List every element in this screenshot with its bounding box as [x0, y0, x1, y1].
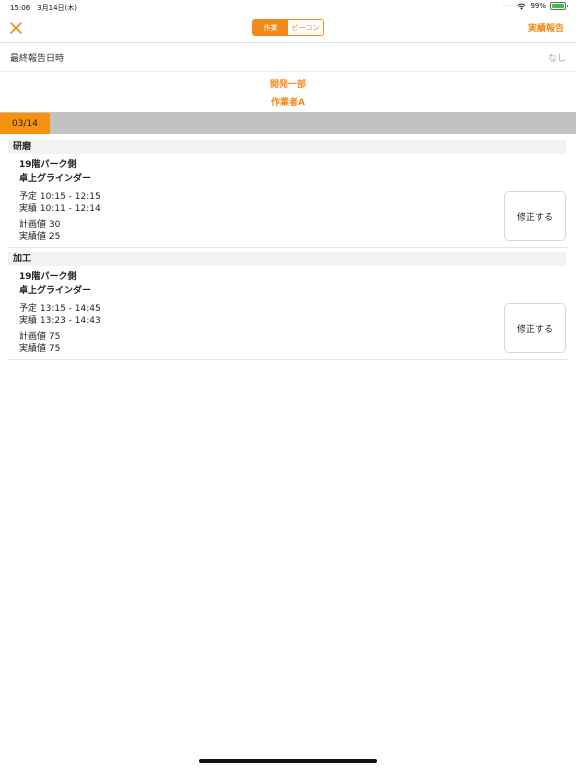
home-indicator[interactable]	[199, 759, 377, 763]
date-tab-selected[interactable]: 03/14	[0, 113, 50, 134]
task-location: 19階パーク側	[19, 272, 77, 282]
close-button[interactable]	[6, 18, 26, 38]
date-bar: 03/14	[0, 112, 576, 134]
battery-icon	[550, 2, 568, 10]
task-category: 加工	[8, 252, 566, 266]
status-right: ···· 99%	[501, 2, 568, 10]
task-item: 加工 19階パーク側 卓上グラインダー 予定 13:15 - 14:45 実績 …	[8, 252, 568, 360]
task-actual-time: 実績 13:23 - 14:43	[19, 316, 101, 326]
segment-work[interactable]: 作業	[253, 20, 288, 35]
report-results-button[interactable]: 実績報告	[528, 21, 564, 34]
task-tool: 卓上グラインダー	[19, 286, 92, 296]
wifi-icon	[517, 3, 526, 10]
task-category: 研磨	[8, 140, 566, 154]
navigation-bar: 作業 ビーコン 実績報告	[0, 14, 576, 43]
task-actual-time: 実績 10:11 - 12:14	[19, 204, 101, 214]
signal-dots-icon: ····	[501, 2, 514, 10]
segment-beacon[interactable]: ビーコン	[288, 20, 323, 35]
task-actual-value: 実績値 25	[19, 232, 61, 242]
battery-percent: 99%	[530, 2, 546, 10]
task-location: 19階パーク側	[19, 160, 77, 170]
close-icon	[10, 22, 22, 34]
task-tool: 卓上グラインダー	[19, 174, 92, 184]
department-name: 開発一部	[269, 80, 306, 90]
edit-button[interactable]: 修正する	[504, 303, 566, 353]
task-item: 研磨 19階パーク側 卓上グラインダー 予定 10:15 - 12:15 実績 …	[8, 140, 568, 248]
edit-button[interactable]: 修正する	[504, 191, 566, 241]
last-report-label: 最終報告日時	[10, 54, 65, 64]
last-report-row: 最終報告日時 なし	[0, 43, 576, 72]
status-time: 15:06 3月14日(木)	[10, 4, 78, 12]
mode-segmented-control: 作業 ビーコン	[252, 19, 324, 36]
task-actual-value: 実績値 75	[19, 344, 61, 354]
status-bar: 15:06 3月14日(木) ···· 99%	[0, 0, 576, 14]
worker-name: 作業者A	[271, 98, 305, 108]
last-report-value: なし	[547, 54, 566, 64]
